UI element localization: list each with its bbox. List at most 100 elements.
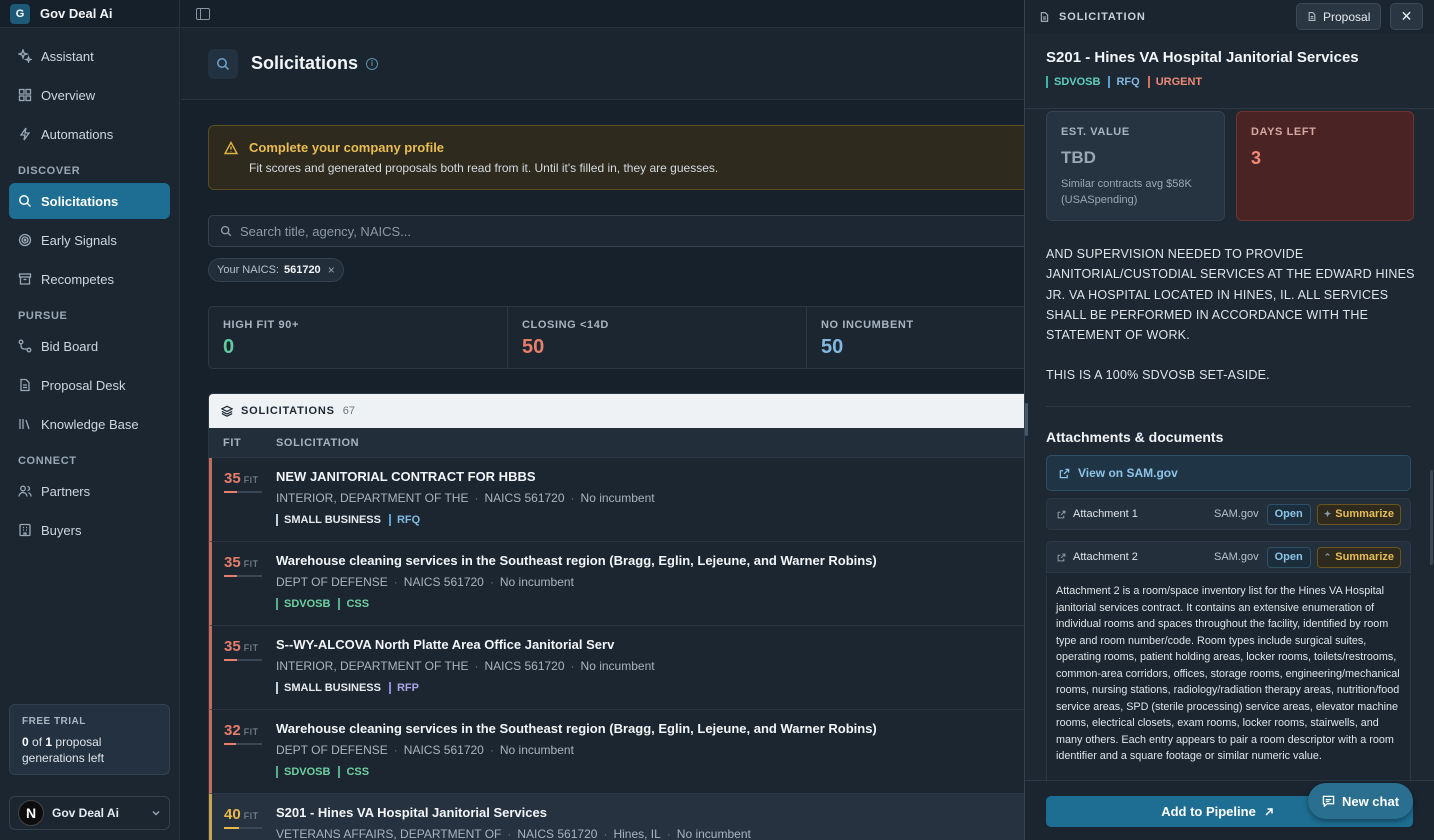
warning-icon xyxy=(224,141,238,155)
external-link-icon xyxy=(1059,468,1070,479)
table-row[interactable]: 32 FIT Warehouse cleaning services in the… xyxy=(209,710,1024,794)
bolt-icon xyxy=(18,127,32,141)
table-row[interactable]: 35 FIT NEW JANITORIAL CONTRACT FOR HBBS I… xyxy=(209,458,1024,542)
fit-label: FIT xyxy=(243,811,259,821)
row-title[interactable]: S--WY-ALCOVA North Platte Area Office Ja… xyxy=(276,637,655,652)
row-title[interactable]: Warehouse cleaning services in the South… xyxy=(276,721,877,736)
row-tag: CSS xyxy=(338,766,369,778)
external-link-icon xyxy=(1057,510,1066,519)
sidebar-item-solicitations[interactable]: Solicitations xyxy=(9,183,170,219)
sidebar-item-overview[interactable]: Overview xyxy=(9,77,170,113)
row-naics: NAICS 561720 xyxy=(403,743,484,757)
drawer-resize-handle[interactable] xyxy=(1025,403,1028,436)
row-tags: SDVOSB CSS xyxy=(276,766,877,778)
sidebar-item-label: Buyers xyxy=(41,522,82,538)
sidebar-item-label: Bid Board xyxy=(41,338,99,354)
alert-text: Fit scores and generated proposals both … xyxy=(249,161,719,175)
proposal-label: Proposal xyxy=(1323,9,1371,24)
building-icon xyxy=(18,523,32,537)
brand[interactable]: G Gov Deal Ai xyxy=(0,0,179,28)
free-trial-card: FREE TRIAL 0 of 1 proposal generations l… xyxy=(9,704,170,775)
chevron-down-icon xyxy=(151,808,161,818)
stats-bar: HIGH FIT 90+ 0 CLOSING <14D 50 NO INCUMB… xyxy=(208,306,1024,369)
sidebar-item-automations[interactable]: Automations xyxy=(9,116,170,152)
row-tags: SDVOSB CSS xyxy=(276,598,877,610)
sidebar-item-early-signals[interactable]: Early Signals xyxy=(9,222,170,258)
profile-alert[interactable]: Complete your company profile Fit scores… xyxy=(208,125,1024,190)
attachment-name[interactable]: Attachment 1 xyxy=(1073,508,1214,520)
row-title[interactable]: NEW JANITORIAL CONTRACT FOR HBBS xyxy=(276,469,655,484)
sidebar-item-label: Early Signals xyxy=(41,232,117,248)
fit-bar xyxy=(224,491,262,493)
naics-filter-chip[interactable]: Your NAICS: 561720 × xyxy=(208,258,344,282)
table-row[interactable]: 40 FIT S201 - Hines VA Hospital Janitoria… xyxy=(209,794,1024,840)
row-tags: SMALL BUSINESS RFQ xyxy=(276,514,655,526)
sidebar-item-bid-board[interactable]: Bid Board xyxy=(9,328,170,364)
open-button[interactable]: Open xyxy=(1266,546,1311,568)
info-icon[interactable]: i xyxy=(366,57,379,70)
fit-bar xyxy=(224,827,262,829)
sidebar-item-buyers[interactable]: Buyers xyxy=(9,512,170,548)
summarize-label: Summarize xyxy=(1335,508,1394,520)
fit-score: 40 FIT xyxy=(212,794,276,840)
sidebar-item-knowledge-base[interactable]: Knowledge Base xyxy=(9,406,170,442)
sidebar-item-assistant[interactable]: Assistant xyxy=(9,38,170,74)
account-name: Gov Deal Ai xyxy=(52,806,119,820)
row-title[interactable]: S201 - Hines VA Hospital Janitorial Serv… xyxy=(276,805,751,820)
proposal-button[interactable]: Proposal xyxy=(1296,3,1382,30)
close-drawer-button[interactable]: ✕ xyxy=(1390,3,1423,30)
sidebar-section-connect: CONNECT xyxy=(18,455,77,467)
row-incumbent: No incumbent xyxy=(499,743,574,757)
search-icon xyxy=(18,194,32,208)
summarize-button[interactable]: ✦ Summarize xyxy=(1316,503,1401,525)
archive-icon xyxy=(18,272,32,286)
row-body: Warehouse cleaning services in the South… xyxy=(276,542,877,625)
sidebar-item-recompetes[interactable]: Recompetes xyxy=(9,261,170,297)
row-incumbent: No incumbent xyxy=(580,659,655,673)
col-fit[interactable]: FIT xyxy=(209,437,276,449)
new-chat-button[interactable]: New chat xyxy=(1308,783,1413,819)
row-title[interactable]: Warehouse cleaning services in the South… xyxy=(276,553,877,568)
sidebar-section-pursue: PURSUE xyxy=(18,310,68,322)
drawer-header: S201 - Hines VA Hospital Janitorial Serv… xyxy=(1025,33,1434,109)
sidebar-toggle-icon[interactable] xyxy=(196,7,210,20)
library-icon xyxy=(18,417,32,431)
trial-total: 1 xyxy=(45,735,53,749)
arrow-up-right-icon xyxy=(1264,807,1274,817)
stat-closing[interactable]: CLOSING <14D 50 xyxy=(508,307,807,368)
search-bar xyxy=(208,215,1024,247)
table-row[interactable]: 35 FIT S--WY-ALCOVA North Platte Area Off… xyxy=(209,626,1024,710)
attachment-name[interactable]: Attachment 2 xyxy=(1073,551,1214,563)
description-paragraph: AND SUPERVISION NEEDED TO PROVIDE JANITO… xyxy=(1046,247,1415,343)
document-icon xyxy=(18,378,32,392)
col-solicitation[interactable]: SOLICITATION xyxy=(276,437,359,449)
column-headers: FIT SOLICITATION xyxy=(209,428,1024,458)
stat-high-fit[interactable]: HIGH FIT 90+ 0 xyxy=(209,307,508,368)
chip-value: 561720 xyxy=(283,264,321,276)
collapse-summary-button[interactable]: ⌃ Summarize xyxy=(1316,546,1401,568)
table-row[interactable]: 35 FIT Warehouse cleaning services in the… xyxy=(209,542,1024,626)
drawer-tag: SDVOSB xyxy=(1046,76,1100,88)
sidebar-item-proposal-desk[interactable]: Proposal Desk xyxy=(9,367,170,403)
drawer-title: S201 - Hines VA Hospital Janitorial Serv… xyxy=(1046,49,1359,66)
list-count: 67 xyxy=(342,405,355,417)
row-tag: SMALL BUSINESS xyxy=(276,514,381,526)
drawer-tag: URGENT xyxy=(1147,76,1202,88)
drawer-scrollbar[interactable] xyxy=(1430,470,1433,565)
attachment-source: SAM.gov xyxy=(1213,551,1259,563)
stat-no-incumbent[interactable]: NO INCUMBENT 50 xyxy=(807,307,1024,368)
radar-icon xyxy=(18,233,32,247)
fit-number: 35 xyxy=(224,638,241,655)
search-input[interactable] xyxy=(240,223,940,239)
est-value-card: EST. VALUE TBD Similar contracts avg $58… xyxy=(1046,111,1225,221)
chip-label: Your NAICS: xyxy=(217,264,279,276)
sidebar-item-partners[interactable]: Partners xyxy=(9,473,170,509)
open-button[interactable]: Open xyxy=(1266,503,1311,525)
drawer-topbar: SOLICITATION Proposal ✕ xyxy=(1025,0,1434,33)
fit-bar xyxy=(224,659,262,661)
view-on-sam-link[interactable]: View on SAM.gov xyxy=(1046,455,1411,491)
row-naics: NAICS 561720 xyxy=(484,491,565,505)
row-agency: VETERANS AFFAIRS, DEPARTMENT OF xyxy=(276,827,502,840)
account-switcher[interactable]: N Gov Deal Ai xyxy=(9,796,170,830)
close-icon[interactable]: × xyxy=(328,263,335,277)
